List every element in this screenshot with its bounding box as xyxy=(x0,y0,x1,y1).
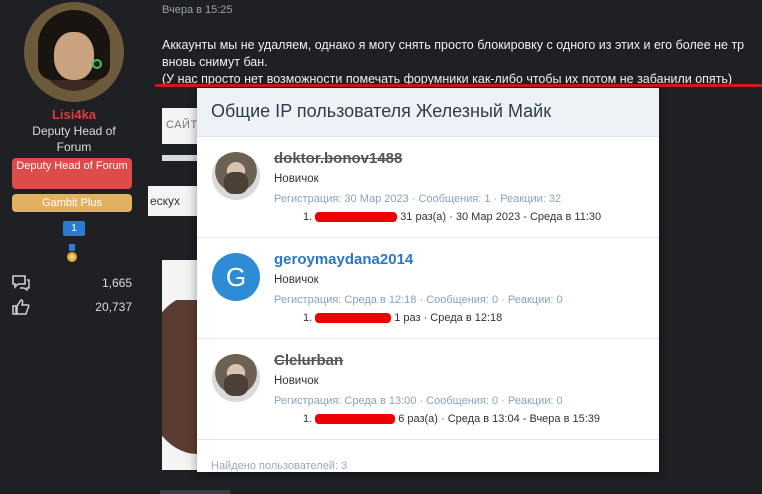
post-line-1: Аккаунты мы не удаляем, однако я могу сн… xyxy=(162,38,745,52)
user-meta: Регистрация: Среда в 12:18 · Сообщения: … xyxy=(274,294,563,306)
messages-icon xyxy=(12,275,30,291)
messages-label: Сообщения: xyxy=(426,395,489,407)
username-link[interactable]: Lisi4ka xyxy=(0,107,148,122)
ip-entry: 1. 31 раз(а) · 30 Мар 2023 - Среда в 11:3… xyxy=(303,211,601,223)
post-timestamp[interactable]: Вчера в 15:25 xyxy=(162,4,233,16)
reg-value: Среда в 12:18 xyxy=(344,294,417,306)
reactions-value: 0 xyxy=(556,395,563,407)
reg-label: Регистрация: xyxy=(274,294,342,306)
avatar-face xyxy=(54,32,94,80)
user-row: Clelurban Новичок Регистрация: Среда в 1… xyxy=(197,339,659,440)
users-found-count: Найдено пользователей: 3 xyxy=(211,460,348,472)
avatar-figure xyxy=(224,374,248,396)
user-banner-gambit: Gambit Plus xyxy=(12,194,132,212)
ip-entry: 1. 1 раз · Среда в 12:18 xyxy=(303,312,502,324)
post-body: Аккаунты мы не удаляем, однако я могу сн… xyxy=(162,37,762,88)
reactions-value: 0 xyxy=(556,294,563,306)
user-rank: Новичок xyxy=(274,375,319,387)
user-avatar[interactable] xyxy=(212,354,260,402)
ip-details: 1 раз · Среда в 12:18 xyxy=(394,312,503,324)
modal-header: Общие IP пользователя Железный Майк xyxy=(197,88,659,137)
online-status-icon xyxy=(92,59,102,69)
ip-index: 1. xyxy=(303,211,313,223)
medal-icon[interactable] xyxy=(66,244,78,264)
background-text: САЙТ xyxy=(166,119,198,131)
messages-value: 0 xyxy=(492,294,499,306)
reg-label: Регистрация: xyxy=(274,193,342,205)
user-row: G geroymaydana2014 Новичок Регистрация: … xyxy=(197,238,659,339)
trophy-count-badge[interactable]: 1 xyxy=(63,221,85,236)
thumbs-up-icon xyxy=(12,299,30,315)
red-underline-mark xyxy=(155,84,762,87)
redaction-mark xyxy=(315,212,398,223)
user-meta: Регистрация: Среда в 13:00 · Сообщения: … xyxy=(274,395,563,407)
avatar-figure xyxy=(224,172,248,194)
user-name-link[interactable]: geroymaydana2014 xyxy=(274,251,413,268)
user-avatar-letter[interactable]: G xyxy=(212,253,260,301)
reactions-label: Реакции: xyxy=(507,395,554,407)
messages-label: Сообщения: xyxy=(418,193,482,205)
user-banner-staff: Deputy Head of Forum xyxy=(12,158,132,189)
user-panel: Lisi4ka Deputy Head of Forum Deputy Head… xyxy=(0,0,148,494)
reactions-count: 20,737 xyxy=(95,300,132,314)
ip-details: 31 раз(а) · 30 Мар 2023 - Среда в 11:30 xyxy=(400,211,602,223)
messages-label: Сообщения: xyxy=(426,294,489,306)
background-text: ескух xyxy=(150,194,181,208)
user-row: doktor.bonov1488 Новичок Регистрация: 30… xyxy=(197,137,659,238)
user-avatar[interactable] xyxy=(212,152,260,200)
reg-label: Регистрация: xyxy=(274,395,342,407)
user-title: Deputy Head of Forum xyxy=(32,124,116,154)
ip-index: 1. xyxy=(303,312,313,324)
ip-index: 1. xyxy=(303,413,313,425)
ip-entry: 1. 6 раз(а) · Среда в 13:04 - Вчера в 15:… xyxy=(303,413,600,425)
user-name-link[interactable]: doktor.bonov1488 xyxy=(274,150,402,167)
user-meta: Регистрация: 30 Мар 2023 · Сообщения: 1 … xyxy=(274,193,562,205)
messages-value: 0 xyxy=(492,395,499,407)
reg-value: Среда в 13:00 xyxy=(344,395,417,407)
messages-count: 1,665 xyxy=(101,276,132,290)
reactions-label: Реакции: xyxy=(500,193,546,205)
ip-details: 6 раз(а) · Среда в 13:04 - Вчера в 15:39 xyxy=(398,413,601,425)
reactions-label: Реакции: xyxy=(507,294,554,306)
user-avatar[interactable] xyxy=(24,2,124,102)
user-rank: Новичок xyxy=(274,173,319,185)
redaction-mark xyxy=(315,414,396,425)
user-rank: Новичок xyxy=(274,274,319,286)
modal-title: Общие IP пользователя Железный Майк xyxy=(211,101,552,121)
shared-ip-modal: Общие IP пользователя Железный Майк dokt… xyxy=(197,88,659,472)
reg-value: 30 Мар 2023 xyxy=(344,193,409,205)
messages-value: 1 xyxy=(484,193,491,205)
reactions-stat: 20,737 xyxy=(12,299,132,317)
post-line-2: вновь снимут бан. xyxy=(162,55,268,69)
user-name-link[interactable]: Clelurban xyxy=(274,352,343,369)
messages-stat: 1,665 xyxy=(12,275,132,293)
background-bar-fragment xyxy=(160,490,230,494)
reactions-value: 32 xyxy=(548,193,562,205)
redaction-mark xyxy=(315,313,392,324)
